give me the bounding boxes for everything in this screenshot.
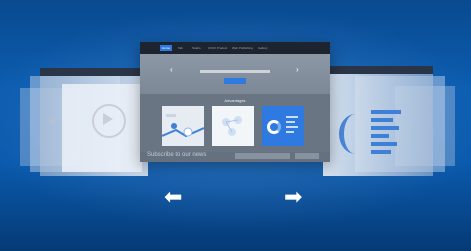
hero-text-line bbox=[200, 70, 270, 73]
text-line bbox=[371, 110, 401, 114]
hero-button[interactable] bbox=[224, 78, 246, 84]
play-icon[interactable] bbox=[103, 113, 113, 125]
feature-tile-network[interactable] bbox=[212, 106, 254, 146]
window-titlebar bbox=[40, 68, 148, 76]
text-line bbox=[371, 134, 389, 138]
hero-prev-icon[interactable]: ‹ bbox=[170, 66, 173, 74]
text-line bbox=[371, 150, 391, 154]
carousel-card-left[interactable] bbox=[40, 68, 148, 176]
text-line bbox=[286, 131, 294, 133]
subscribe-bar: Subscribe to our news bbox=[135, 150, 335, 162]
text-line bbox=[371, 142, 397, 146]
top-navigation: Home Tab Studio UI/UX Product Web Publis… bbox=[140, 42, 330, 54]
window-titlebar bbox=[323, 66, 433, 74]
hero-slider: ‹ › bbox=[140, 54, 330, 94]
map-illustration-icon bbox=[161, 114, 205, 138]
text-line bbox=[286, 116, 298, 118]
advantages-section: Advantages bbox=[140, 94, 330, 152]
carousel-card-center[interactable]: Home Tab Studio UI/UX Product Web Publis… bbox=[140, 42, 330, 162]
feature-tile-stats[interactable] bbox=[262, 106, 304, 146]
nav-tab-home[interactable]: Home bbox=[160, 45, 173, 51]
text-line bbox=[286, 126, 298, 128]
text-line bbox=[371, 126, 399, 130]
nav-tab-2[interactable]: Tab bbox=[178, 45, 183, 51]
dot-icon bbox=[50, 119, 55, 124]
feature-tile-map[interactable] bbox=[161, 106, 205, 146]
chart-arc-icon bbox=[339, 114, 372, 154]
subscribe-button[interactable] bbox=[295, 153, 319, 159]
nav-tab-4[interactable]: UI/UX Product bbox=[208, 45, 227, 51]
advantages-heading: Advantages bbox=[224, 98, 246, 103]
nav-tab-6[interactable]: Gallery bbox=[258, 45, 268, 51]
arrow-right-icon[interactable]: ➡ bbox=[284, 186, 302, 208]
network-illustration-icon bbox=[222, 116, 242, 136]
hero-next-icon[interactable]: › bbox=[296, 66, 299, 74]
text-line bbox=[286, 121, 295, 123]
donut-chart-icon bbox=[267, 120, 281, 134]
subscribe-label: Subscribe to our news bbox=[147, 152, 207, 158]
carousel-card-right[interactable] bbox=[323, 66, 433, 176]
nav-tab-3[interactable]: Studio bbox=[192, 45, 201, 51]
subscribe-email-input[interactable] bbox=[235, 153, 290, 159]
arrow-left-icon[interactable]: ⬅ bbox=[164, 186, 182, 208]
text-line bbox=[371, 118, 393, 122]
nav-tab-5[interactable]: Web Publishing bbox=[232, 45, 253, 51]
